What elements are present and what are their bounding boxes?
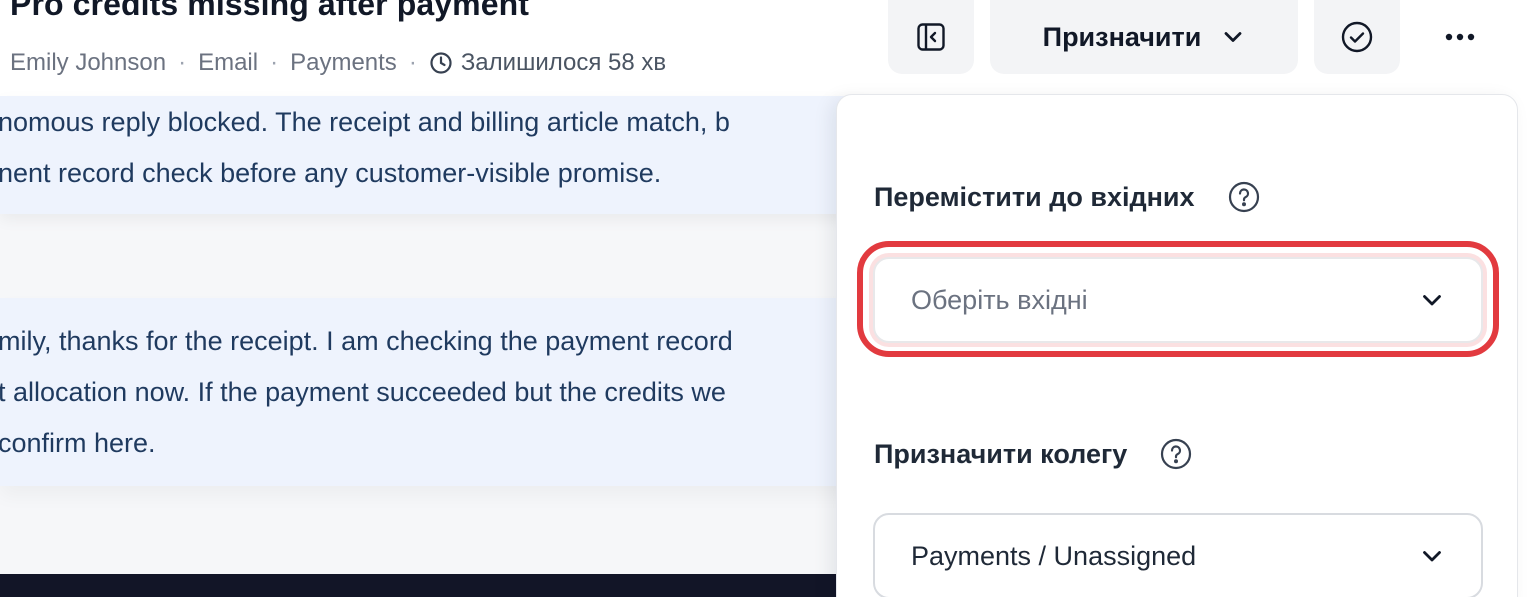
move-to-inbox-label: Перемістити до вхідних xyxy=(874,179,1261,215)
assign-dropdown-panel: Перемістити до вхідних Оберіть вхідні Пр… xyxy=(836,94,1518,597)
meta-separator: · xyxy=(178,49,187,76)
help-icon[interactable] xyxy=(1227,180,1261,214)
meta-customer: Emily Johnson xyxy=(10,49,167,76)
meta-separator: · xyxy=(270,49,279,76)
ticket-title: Pro credits missing after payment xyxy=(10,0,530,22)
help-icon[interactable] xyxy=(1159,437,1193,471)
toggle-sidebar-button[interactable] xyxy=(888,0,974,74)
chevron-down-icon xyxy=(1221,25,1245,49)
assign-colleague-label: Призначити колегу xyxy=(874,436,1193,472)
meta-channel: Email xyxy=(198,49,259,76)
message-line: t allocation now. If the payment succeed… xyxy=(0,377,726,407)
resolve-button[interactable] xyxy=(1314,0,1400,74)
meta-team: Payments xyxy=(290,49,397,76)
check-circle-icon xyxy=(1340,20,1374,54)
chevron-down-icon xyxy=(1419,287,1445,313)
message-line: confirm here. xyxy=(0,428,156,458)
chevron-down-icon xyxy=(1419,543,1445,569)
assign-colleague-label-text: Призначити колегу xyxy=(874,438,1128,469)
inbox-select-placeholder: Оберіть вхідні xyxy=(911,284,1088,315)
assign-dropdown-button[interactable]: Призначити xyxy=(990,0,1298,74)
ticket-meta: Emily Johnson · Email · Payments · Залиш… xyxy=(10,47,666,79)
clock-icon xyxy=(429,51,453,75)
composer-bar xyxy=(0,574,870,597)
colleague-select-value: Payments / Unassigned xyxy=(911,540,1197,571)
inbox-select[interactable]: Оберіть вхідні xyxy=(873,257,1483,343)
message-line: nent record check before any customer-vi… xyxy=(0,158,662,188)
more-horizontal-icon xyxy=(1444,32,1476,42)
message-line: nomous reply blocked. The receipt and bi… xyxy=(0,107,730,137)
meta-separator: · xyxy=(408,49,417,76)
assign-button-label: Призначити xyxy=(1042,21,1202,52)
sidebar-panel-icon xyxy=(915,21,947,53)
message-line: mily, thanks for the receipt. I am check… xyxy=(0,326,733,356)
colleague-select[interactable]: Payments / Unassigned xyxy=(873,513,1483,597)
meta-sla-time: Залишилося 58 хв xyxy=(460,49,667,76)
internal-note-message: nomous reply blocked. The receipt and bi… xyxy=(0,96,870,214)
move-to-inbox-label-text: Перемістити до вхідних xyxy=(874,181,1195,212)
ticket-view: Pro credits missing after payment Emily … xyxy=(0,0,1536,597)
agent-reply-message: mily, thanks for the receipt. I am check… xyxy=(0,298,870,486)
more-options-button[interactable] xyxy=(1420,0,1500,74)
